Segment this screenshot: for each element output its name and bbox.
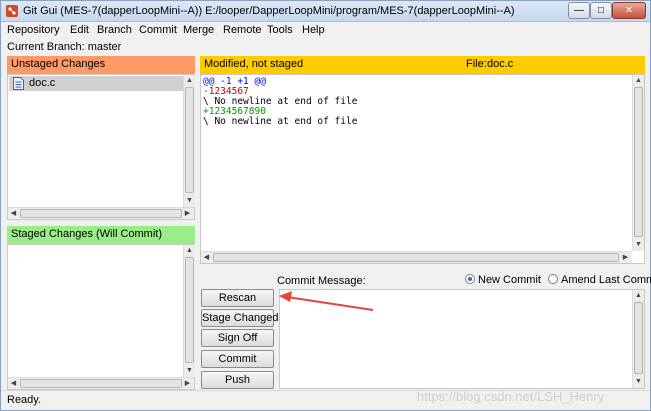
unstaged-changes-header: Unstaged Changes xyxy=(7,56,195,74)
staged-changes-header: Staged Changes (Will Commit) xyxy=(7,226,195,244)
push-button[interactable]: Push xyxy=(201,371,274,389)
menu-commit[interactable]: Commit xyxy=(139,24,177,36)
list-item[interactable]: doc.c xyxy=(9,76,183,91)
close-button[interactable]: ✕ xyxy=(612,2,646,19)
git-app-icon xyxy=(6,5,18,17)
menu-edit[interactable]: Edit xyxy=(70,24,89,36)
scroll-up-arrow-icon[interactable]: ▲ xyxy=(184,75,195,86)
scrollbar-thumb[interactable] xyxy=(185,257,194,363)
scrollbar-thumb[interactable] xyxy=(634,302,643,374)
maximize-button[interactable]: □ xyxy=(590,2,612,19)
diff-status: Modified, not staged xyxy=(204,58,304,70)
unstaged-file-list[interactable]: doc.c ▲ ▼ ◀ ▶ xyxy=(7,74,195,220)
staged-file-list[interactable]: ▲ ▼ ◀ ▶ xyxy=(7,244,195,390)
diff-file-label: File: xyxy=(466,58,487,70)
menu-bar: Repository Edit Branch Commit Merge Remo… xyxy=(1,23,650,39)
annotation-arrow-icon xyxy=(279,291,374,311)
modified-file-icon xyxy=(13,77,24,90)
scroll-left-arrow-icon[interactable]: ◀ xyxy=(201,252,212,263)
scrollbar-thumb[interactable] xyxy=(185,87,194,193)
diff-vertical-scrollbar[interactable]: ▲ ▼ xyxy=(632,75,644,251)
menu-repository[interactable]: Repository xyxy=(7,24,60,36)
menu-remote[interactable]: Remote xyxy=(223,24,262,36)
commit-message-label: Commit Message: xyxy=(277,275,366,287)
scroll-up-arrow-icon[interactable]: ▲ xyxy=(184,245,195,256)
scroll-up-arrow-icon[interactable]: ▲ xyxy=(633,75,644,86)
scroll-left-arrow-icon[interactable]: ◀ xyxy=(8,378,19,389)
title-bar[interactable]: Git Gui (MES-7(dapperLoopMini--A)) E:/lo… xyxy=(1,1,650,22)
maximize-icon: □ xyxy=(597,5,605,16)
scrollbar-thumb[interactable] xyxy=(634,87,643,237)
status-text: Ready. xyxy=(7,394,42,406)
scroll-right-arrow-icon[interactable]: ▶ xyxy=(182,378,193,389)
scroll-down-arrow-icon[interactable]: ▼ xyxy=(184,195,195,206)
scroll-down-arrow-icon[interactable]: ▼ xyxy=(633,376,644,387)
git-gui-window: Git Gui (MES-7(dapperLoopMini--A)) E:/lo… xyxy=(0,0,651,411)
commit-mode-group: New Commit Amend Last Commit xyxy=(465,274,651,286)
scrollbar-thumb[interactable] xyxy=(20,379,182,388)
diff-file-name: doc.c xyxy=(487,58,514,70)
amend-commit-label[interactable]: Amend Last Commit xyxy=(561,274,651,286)
diff-header: Modified, not staged File: doc.c xyxy=(200,56,645,74)
menu-merge[interactable]: Merge xyxy=(183,24,214,36)
scrollbar-thumb[interactable] xyxy=(20,209,182,218)
staged-horizontal-scrollbar[interactable]: ◀ ▶ xyxy=(8,377,194,389)
sign-off-button[interactable]: Sign Off xyxy=(201,329,274,347)
diff-lines: @@ -1 +1 @@ -1234567 \ No newline at end o… xyxy=(203,77,357,127)
minimize-icon: — xyxy=(574,5,584,16)
amend-commit-radio[interactable] xyxy=(548,274,559,284)
menu-branch[interactable]: Branch xyxy=(97,24,132,36)
scroll-down-arrow-icon[interactable]: ▼ xyxy=(633,239,644,250)
unstaged-horizontal-scrollbar[interactable]: ◀ ▶ xyxy=(8,207,194,219)
menu-help[interactable]: Help xyxy=(302,24,325,36)
minimize-button[interactable]: — xyxy=(568,2,590,19)
scrollbar-thumb[interactable] xyxy=(213,253,619,262)
diff-horizontal-scrollbar[interactable]: ◀ ▶ xyxy=(201,251,632,263)
commit-button[interactable]: Commit xyxy=(201,350,274,368)
new-commit-radio[interactable] xyxy=(465,274,475,284)
diff-viewer[interactable]: @@ -1 +1 @@ -1234567 \ No newline at end o… xyxy=(200,74,645,264)
stage-changed-button[interactable]: Stage Changed xyxy=(201,309,278,327)
new-commit-label[interactable]: New Commit xyxy=(478,274,541,286)
scroll-right-arrow-icon[interactable]: ▶ xyxy=(182,208,193,219)
window-title: Git Gui (MES-7(dapperLoopMini--A)) E:/lo… xyxy=(23,5,515,17)
close-icon: ✕ xyxy=(624,5,634,16)
scroll-up-arrow-icon[interactable]: ▲ xyxy=(633,290,644,301)
commit-message-scrollbar[interactable]: ▲ ▼ xyxy=(632,290,644,388)
staged-vertical-scrollbar[interactable]: ▲ ▼ xyxy=(183,245,195,377)
current-branch-label: Current Branch: master xyxy=(7,41,122,53)
diff-line: \ No newline at end of file xyxy=(203,116,358,127)
watermark-text: https://blog.csdn.net/LSH_Henry xyxy=(417,389,605,404)
menu-tools[interactable]: Tools xyxy=(267,24,293,36)
unstaged-vertical-scrollbar[interactable]: ▲ ▼ xyxy=(183,75,195,207)
file-name: doc.c xyxy=(29,77,56,89)
rescan-button[interactable]: Rescan xyxy=(201,289,274,307)
scroll-down-arrow-icon[interactable]: ▼ xyxy=(184,365,195,376)
scroll-left-arrow-icon[interactable]: ◀ xyxy=(8,208,19,219)
scroll-right-arrow-icon[interactable]: ▶ xyxy=(620,252,631,263)
